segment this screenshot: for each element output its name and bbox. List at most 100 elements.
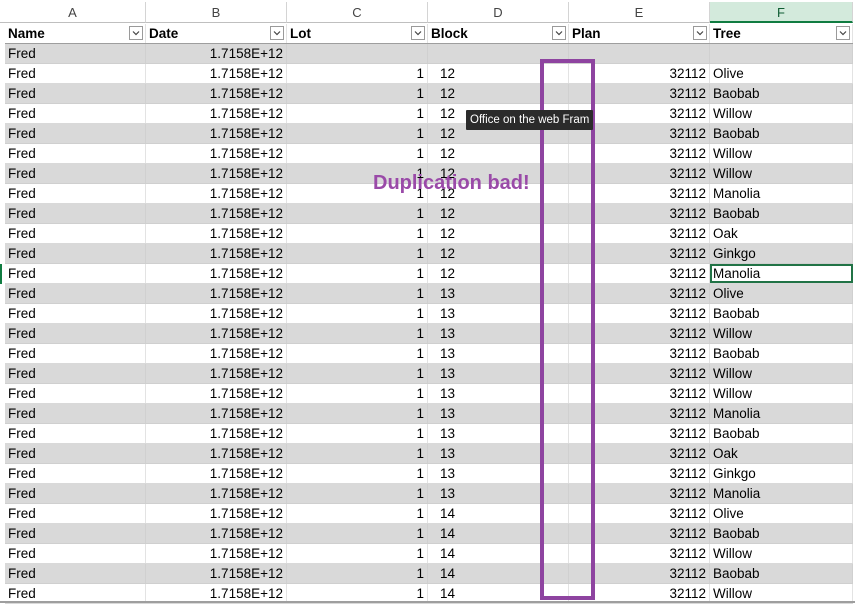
table-cell[interactable]: 1 xyxy=(287,84,428,103)
table-cell[interactable]: 1.7158E+12 xyxy=(146,224,287,243)
table-cell[interactable]: Fred xyxy=(5,544,146,563)
table-cell[interactable]: Fred xyxy=(5,464,146,483)
table-cell[interactable]: Willow xyxy=(710,324,853,343)
header-cell-name[interactable]: Name xyxy=(5,24,146,43)
table-cell[interactable]: 1 xyxy=(287,404,428,423)
filter-dropdown-icon[interactable] xyxy=(693,26,707,40)
table-cell[interactable]: Fred xyxy=(5,404,146,423)
table-cell[interactable]: 1.7158E+12 xyxy=(146,324,287,343)
table-cell[interactable]: 1 xyxy=(287,64,428,83)
table-cell[interactable]: Baobab xyxy=(710,84,853,103)
table-cell[interactable]: 1 xyxy=(287,324,428,343)
table-cell[interactable]: 1 xyxy=(287,244,428,263)
table-cell[interactable] xyxy=(287,44,428,63)
column-letter-c[interactable]: C xyxy=(287,2,428,23)
table-cell[interactable]: Fred xyxy=(5,64,146,83)
column-letter-d[interactable]: D xyxy=(428,2,569,23)
table-cell[interactable]: Fred xyxy=(5,224,146,243)
table-cell[interactable]: Willow xyxy=(710,164,853,183)
table-cell[interactable]: Willow xyxy=(710,104,853,123)
table-cell[interactable]: 1.7158E+12 xyxy=(146,564,287,583)
table-cell[interactable]: Olive xyxy=(710,284,853,303)
header-cell-date[interactable]: Date xyxy=(146,24,287,43)
table-cell[interactable]: Oak xyxy=(710,444,853,463)
table-cell[interactable]: Fred xyxy=(5,104,146,123)
table-cell[interactable]: 1.7158E+12 xyxy=(146,544,287,563)
table-cell[interactable]: 1.7158E+12 xyxy=(146,104,287,123)
table-cell[interactable]: 1.7158E+12 xyxy=(146,84,287,103)
table-cell[interactable]: 1.7158E+12 xyxy=(146,164,287,183)
table-cell[interactable]: Manolia xyxy=(710,404,853,423)
table-cell[interactable]: Ginkgo xyxy=(710,464,853,483)
table-cell[interactable]: 1.7158E+12 xyxy=(146,264,287,283)
table-cell[interactable]: 1 xyxy=(287,444,428,463)
table-cell[interactable]: Fred xyxy=(5,184,146,203)
table-cell[interactable]: Willow xyxy=(710,364,853,383)
table-cell[interactable]: 1.7158E+12 xyxy=(146,424,287,443)
filter-dropdown-icon[interactable] xyxy=(836,26,850,40)
table-cell[interactable]: Fred xyxy=(5,364,146,383)
table-cell[interactable]: Fred xyxy=(5,244,146,263)
table-cell[interactable]: 1.7158E+12 xyxy=(146,284,287,303)
table-cell[interactable]: Willow xyxy=(710,144,853,163)
table-cell[interactable]: Manolia xyxy=(710,484,853,503)
table-cell[interactable]: Fred xyxy=(5,284,146,303)
table-cell[interactable]: 1 xyxy=(287,484,428,503)
table-cell[interactable]: Fred xyxy=(5,504,146,523)
table-cell[interactable]: 1 xyxy=(287,564,428,583)
table-cell[interactable]: Fred xyxy=(5,444,146,463)
table-cell[interactable]: Baobab xyxy=(710,304,853,323)
table-cell[interactable]: 1 xyxy=(287,424,428,443)
header-cell-block[interactable]: Block xyxy=(428,24,569,43)
table-cell[interactable]: Fred xyxy=(5,304,146,323)
table-cell[interactable]: Fred xyxy=(5,564,146,583)
column-letter-a[interactable]: A xyxy=(0,2,146,23)
table-cell[interactable]: Fred xyxy=(5,44,146,63)
table-cell[interactable]: 1 xyxy=(287,544,428,563)
table-cell[interactable]: 1.7158E+12 xyxy=(146,184,287,203)
table-cell[interactable]: 1 xyxy=(287,304,428,323)
table-cell[interactable]: Fred xyxy=(5,424,146,443)
table-cell[interactable]: 1.7158E+12 xyxy=(146,364,287,383)
table-cell[interactable]: 1.7158E+12 xyxy=(146,384,287,403)
table-cell[interactable]: Fred xyxy=(5,324,146,343)
table-cell[interactable]: 1 xyxy=(287,464,428,483)
filter-dropdown-icon[interactable] xyxy=(270,26,284,40)
table-cell[interactable]: 1 xyxy=(287,124,428,143)
table-cell[interactable]: 1.7158E+12 xyxy=(146,464,287,483)
table-cell[interactable]: 1.7158E+12 xyxy=(146,44,287,63)
header-cell-lot[interactable]: Lot xyxy=(287,24,428,43)
table-cell[interactable]: 1 xyxy=(287,104,428,123)
table-cell[interactable]: 1.7158E+12 xyxy=(146,504,287,523)
table-cell[interactable]: 1.7158E+12 xyxy=(146,124,287,143)
column-letter-b[interactable]: B xyxy=(146,2,287,23)
column-letter-e[interactable]: E xyxy=(569,2,710,23)
table-cell[interactable]: Fred xyxy=(5,204,146,223)
table-cell[interactable]: Manolia xyxy=(710,184,853,203)
table-cell[interactable]: 1 xyxy=(287,384,428,403)
table-cell[interactable]: 1 xyxy=(287,144,428,163)
table-cell[interactable]: Ginkgo xyxy=(710,244,853,263)
table-cell[interactable]: Baobab xyxy=(710,344,853,363)
table-cell[interactable]: Oak xyxy=(710,224,853,243)
table-cell[interactable] xyxy=(710,44,853,63)
table-cell[interactable]: Baobab xyxy=(710,424,853,443)
filter-dropdown-icon[interactable] xyxy=(129,26,143,40)
table-cell[interactable]: Olive xyxy=(710,64,853,83)
table-cell[interactable]: Willow xyxy=(710,544,853,563)
table-cell[interactable]: Fred xyxy=(5,164,146,183)
table-cell[interactable]: 1.7158E+12 xyxy=(146,64,287,83)
table-cell[interactable]: Fred xyxy=(5,144,146,163)
table-cell[interactable]: 1 xyxy=(287,344,428,363)
table-cell[interactable]: 1.7158E+12 xyxy=(146,304,287,323)
table-cell[interactable]: Fred xyxy=(5,524,146,543)
table-cell[interactable]: Fred xyxy=(5,264,146,283)
table-cell[interactable]: 1 xyxy=(287,504,428,523)
header-cell-plan[interactable]: Plan xyxy=(569,24,710,43)
table-cell[interactable]: Baobab xyxy=(710,564,853,583)
filter-dropdown-icon[interactable] xyxy=(411,26,425,40)
filter-dropdown-icon[interactable] xyxy=(552,26,566,40)
column-letter-f[interactable]: F xyxy=(710,2,853,23)
table-cell[interactable]: Fred xyxy=(5,84,146,103)
table-cell[interactable]: 1.7158E+12 xyxy=(146,144,287,163)
